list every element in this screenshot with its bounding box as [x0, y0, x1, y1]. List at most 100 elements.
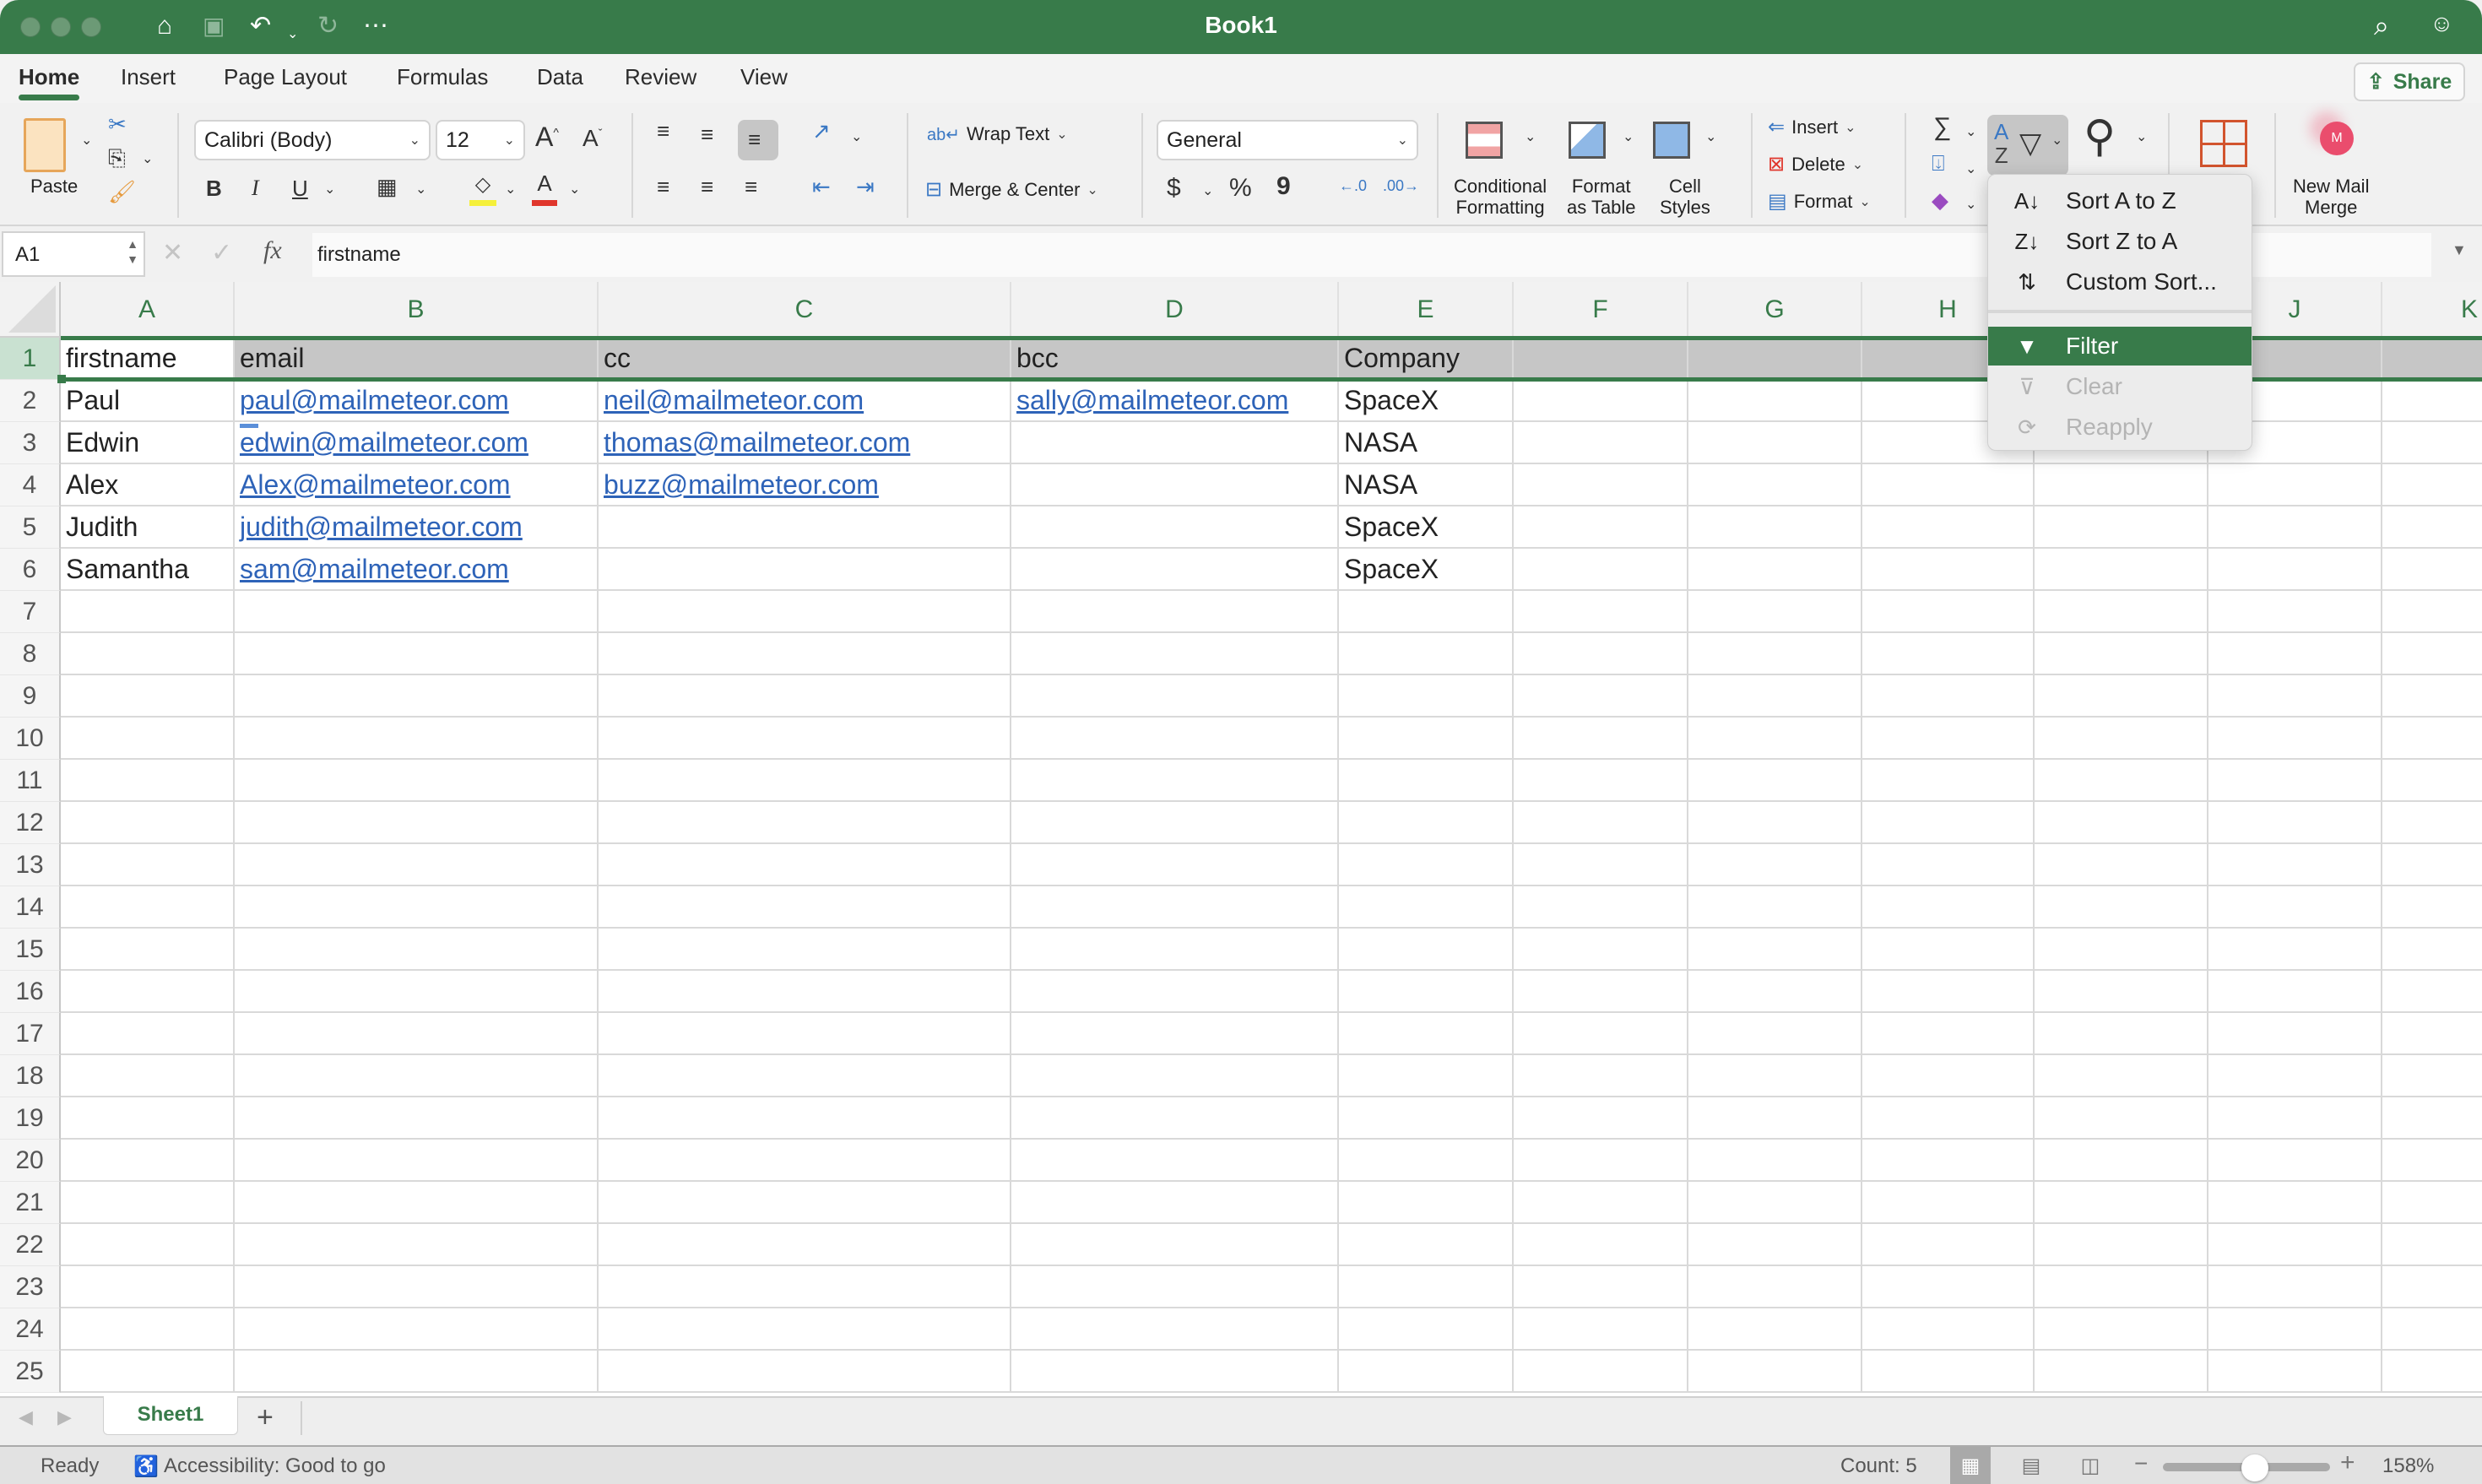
zoom-in-button[interactable]: +: [2340, 1449, 2355, 1477]
email-link[interactable]: judith@mailmeteor.com: [240, 512, 523, 542]
find-select-chevron-icon[interactable]: ⌄: [2136, 128, 2147, 145]
cell-c20[interactable]: [599, 1140, 1011, 1182]
borders-dropdown-chevron-icon[interactable]: ⌄: [415, 181, 426, 198]
cell-a9[interactable]: [61, 675, 235, 718]
cell-e9[interactable]: [1339, 675, 1514, 718]
row-header-5[interactable]: 5: [0, 506, 61, 549]
delete-cells-button[interactable]: ⊠ Delete ⌄: [1768, 152, 1863, 176]
cell-d4[interactable]: [1011, 464, 1339, 506]
menu-item-filter[interactable]: ▼ Filter: [1988, 327, 2252, 366]
cell-i11[interactable]: [2035, 760, 2208, 802]
cell-g7[interactable]: [1688, 591, 1862, 633]
row-header-18[interactable]: 18: [0, 1055, 61, 1097]
cell-e17[interactable]: [1339, 1013, 1514, 1055]
cell-b1[interactable]: email: [235, 338, 599, 380]
cell-c11[interactable]: [599, 760, 1011, 802]
cell-d9[interactable]: [1011, 675, 1339, 718]
cell-d14[interactable]: [1011, 886, 1339, 929]
cell-a21[interactable]: [61, 1182, 235, 1224]
insert-cells-button[interactable]: ⇐ Insert ⌄: [1768, 115, 1856, 139]
cell-k21[interactable]: [2382, 1182, 2482, 1224]
cell-i8[interactable]: [2035, 633, 2208, 675]
cell-f7[interactable]: [1514, 591, 1688, 633]
cell-e3[interactable]: NASA: [1339, 422, 1514, 464]
cell-e1[interactable]: Company: [1339, 338, 1514, 380]
cell-c9[interactable]: [599, 675, 1011, 718]
accessibility-icon[interactable]: ♿: [133, 1454, 159, 1479]
cell-f24[interactable]: [1514, 1308, 1688, 1351]
cell-i24[interactable]: [2035, 1308, 2208, 1351]
row-header-8[interactable]: 8: [0, 633, 61, 675]
cell-i22[interactable]: [2035, 1224, 2208, 1266]
cell-k18[interactable]: [2382, 1055, 2482, 1097]
cell-b22[interactable]: [235, 1224, 599, 1266]
cell-g19[interactable]: [1688, 1097, 1862, 1140]
cell-k5[interactable]: [2382, 506, 2482, 549]
cell-a3[interactable]: Edwin: [61, 422, 235, 464]
row-header-24[interactable]: 24: [0, 1308, 61, 1351]
cell-h17[interactable]: [1862, 1013, 2035, 1055]
row-header-19[interactable]: 19: [0, 1097, 61, 1140]
cell-e18[interactable]: [1339, 1055, 1514, 1097]
cell-g5[interactable]: [1688, 506, 1862, 549]
align-middle-icon[interactable]: ≡: [701, 122, 713, 148]
cell-i16[interactable]: [2035, 971, 2208, 1013]
cell-a15[interactable]: [61, 929, 235, 971]
tab-formulas[interactable]: Formulas: [397, 64, 488, 90]
copy-icon[interactable]: ⎘: [108, 145, 126, 172]
cell-c19[interactable]: [599, 1097, 1011, 1140]
cell-j9[interactable]: [2208, 675, 2382, 718]
previous-sheet-icon[interactable]: ◀: [19, 1406, 33, 1428]
cell-d8[interactable]: [1011, 633, 1339, 675]
cell-h14[interactable]: [1862, 886, 2035, 929]
cell-g1[interactable]: [1688, 338, 1862, 380]
expand-formula-bar-icon[interactable]: ▼: [2452, 241, 2467, 259]
cell-a2[interactable]: Paul: [61, 380, 235, 422]
cell-a20[interactable]: [61, 1140, 235, 1182]
cell-d15[interactable]: [1011, 929, 1339, 971]
normal-view-button[interactable]: ▦: [1950, 1447, 1991, 1484]
insert-function-icon[interactable]: fx: [263, 236, 282, 265]
cell-k17[interactable]: [2382, 1013, 2482, 1055]
cell-i20[interactable]: [2035, 1140, 2208, 1182]
cell-b23[interactable]: [235, 1266, 599, 1308]
cell-i23[interactable]: [2035, 1266, 2208, 1308]
cell-j17[interactable]: [2208, 1013, 2382, 1055]
find-select-icon[interactable]: ⚲: [2084, 111, 2116, 162]
cell-j5[interactable]: [2208, 506, 2382, 549]
cell-d12[interactable]: [1011, 802, 1339, 844]
cell-c1[interactable]: cc: [599, 338, 1011, 380]
paste-dropdown-chevron-icon[interactable]: ⌄: [81, 132, 92, 149]
row-header-21[interactable]: 21: [0, 1182, 61, 1224]
cell-a17[interactable]: [61, 1013, 235, 1055]
comma-style-button[interactable]: 9: [1276, 172, 1291, 201]
conditional-formatting-chevron-icon[interactable]: ⌄: [1525, 128, 1536, 145]
cell-h7[interactable]: [1862, 591, 2035, 633]
align-bottom-button[interactable]: ≡: [738, 120, 778, 160]
cell-a16[interactable]: [61, 971, 235, 1013]
currency-button[interactable]: $: [1167, 174, 1181, 203]
cell-g21[interactable]: [1688, 1182, 1862, 1224]
cell-j10[interactable]: [2208, 718, 2382, 760]
conditional-formatting-button[interactable]: Conditional Formatting: [1454, 176, 1547, 218]
tab-page-layout[interactable]: Page Layout: [224, 64, 347, 90]
cell-i6[interactable]: [2035, 549, 2208, 591]
cell-h12[interactable]: [1862, 802, 2035, 844]
cell-d18[interactable]: [1011, 1055, 1339, 1097]
format-as-table-icon[interactable]: [1569, 122, 1606, 159]
cell-f21[interactable]: [1514, 1182, 1688, 1224]
cell-i25[interactable]: [2035, 1351, 2208, 1393]
cell-e24[interactable]: [1339, 1308, 1514, 1351]
cell-c14[interactable]: [599, 886, 1011, 929]
zoom-out-button[interactable]: −: [2134, 1450, 2148, 1477]
align-top-icon[interactable]: ≡: [657, 118, 669, 144]
cell-i21[interactable]: [2035, 1182, 2208, 1224]
font-size-select[interactable]: 12 ⌄: [436, 120, 525, 160]
row-header-3[interactable]: 3: [0, 422, 61, 464]
autosum-icon[interactable]: ∑: [1933, 113, 1951, 142]
cell-a11[interactable]: [61, 760, 235, 802]
cell-j23[interactable]: [2208, 1266, 2382, 1308]
cell-j8[interactable]: [2208, 633, 2382, 675]
cell-k1[interactable]: [2382, 338, 2482, 380]
merge-center-button[interactable]: ⊟ Merge & Center ⌄: [925, 177, 1098, 202]
